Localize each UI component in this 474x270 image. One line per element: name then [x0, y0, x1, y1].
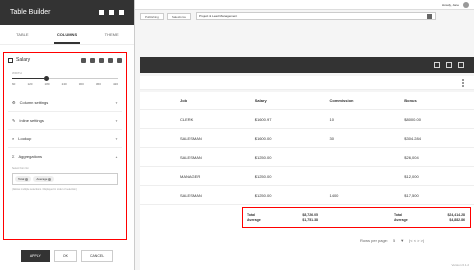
col-header-commission[interactable]: Commission [325, 98, 400, 103]
nav-bar: Publishing Salesforce Project & Lead Man… [135, 10, 474, 22]
ok-button[interactable]: OK [53, 250, 77, 262]
lookup-icon: ⌕ [12, 136, 15, 141]
version-text: Version 6.1.2 [451, 263, 469, 267]
nav-chip-publishing[interactable]: Publishing [140, 12, 164, 20]
accordion-aggregations[interactable]: Σ Aggregations ▲ [8, 148, 122, 165]
tab-theme[interactable]: Theme [89, 25, 134, 44]
user-avatar-icon[interactable] [463, 1, 469, 8]
col-header-salary[interactable]: Salary [250, 98, 325, 103]
remove-chip-icon[interactable] [25, 177, 29, 181]
grid-totals-panel: Total $8,726.05 Total $24,414.28 Average… [242, 207, 471, 228]
width-slider[interactable] [12, 76, 118, 81]
sidebar-tabs: Table Columns Theme [0, 25, 134, 45]
pagination-nav-icons[interactable]: |< < > >| [409, 238, 424, 243]
aggregations-content: Select from list Total Average (Allows m… [8, 165, 122, 193]
column-config-area: Salary WIDTH 60 120 180 240 300 360 420 … [3, 52, 127, 240]
remove-chip-icon[interactable] [48, 177, 52, 181]
pagination-bar: Rows per page: 5 ▼ |< < > >| [360, 238, 424, 243]
grid-toolbar-white [140, 76, 474, 90]
grid-toolbar-dark [140, 57, 474, 73]
cancel-button[interactable]: CANCEL [80, 250, 114, 262]
tab-columns[interactable]: Columns [45, 25, 90, 44]
sort-icon[interactable] [108, 57, 113, 63]
search-icon[interactable] [99, 57, 104, 63]
col-header-bonus[interactable]: Bonus [399, 98, 474, 103]
data-grid: Job Salary Commission Bonus CLERK $1600.… [140, 92, 474, 270]
accordion-inline-settings[interactable]: ✎ Inline settings ▼ [8, 112, 122, 130]
chevron-down-icon[interactable]: ▼ [400, 238, 404, 243]
fullscreen-icon[interactable] [446, 62, 452, 68]
chevron-down-icon: ▼ [115, 136, 118, 141]
top-bar: Howdy, Jane [135, 0, 474, 10]
table-row[interactable]: SALESMAN $1600.00 30 $304.284 [140, 129, 474, 148]
drag-icon[interactable] [8, 57, 13, 63]
chevron-down-icon: ▼ [115, 118, 118, 123]
sum-icon: Σ [12, 154, 15, 159]
sidebar-title: Table Builder [10, 9, 51, 16]
close-icon[interactable] [458, 62, 464, 68]
col-header-job[interactable]: Job [175, 98, 250, 103]
filter-icon[interactable] [117, 57, 122, 63]
maximize-icon[interactable] [109, 10, 114, 15]
rows-per-page-select[interactable]: 5 [393, 238, 395, 243]
tools-icon[interactable] [434, 62, 440, 68]
chevron-down-icon: ▼ [115, 100, 118, 105]
close-sidebar-icon[interactable] [119, 10, 124, 15]
table-row[interactable]: SALESMAN $1250.00 $26,004 [140, 148, 474, 167]
minimize-icon[interactable] [99, 10, 104, 15]
accordion-column-settings[interactable]: ⚙ Column settings ▼ [8, 94, 122, 112]
sidebar-panel: Table Builder Table Columns Theme Salary [0, 0, 135, 270]
nav-chip-salesforce[interactable]: Salesforce [166, 12, 192, 20]
apply-button[interactable]: APPLY [20, 250, 50, 262]
chevron-up-icon: ▲ [115, 154, 118, 159]
edit-icon: ✎ [12, 118, 16, 123]
edit-icon[interactable] [81, 57, 86, 63]
visibility-icon[interactable] [90, 57, 95, 63]
column-name-label: Salary [16, 57, 31, 63]
more-options-icon[interactable] [462, 78, 464, 87]
table-row[interactable]: MANAGER $1250.00 $12,000 [140, 167, 474, 186]
table-row[interactable]: SALESMAN $1250.00 1400 $17,500 [140, 186, 474, 205]
aggregations-multiselect[interactable]: Total Average [12, 173, 118, 185]
table-row[interactable]: CLERK $1600.97 10 $8000.00 [140, 110, 474, 129]
search-icon[interactable] [427, 13, 433, 19]
tab-table[interactable]: Table [0, 25, 45, 44]
settings-icon: ⚙ [12, 100, 16, 105]
accordion-lookup[interactable]: ⌕ Lookup ▼ [8, 130, 122, 148]
